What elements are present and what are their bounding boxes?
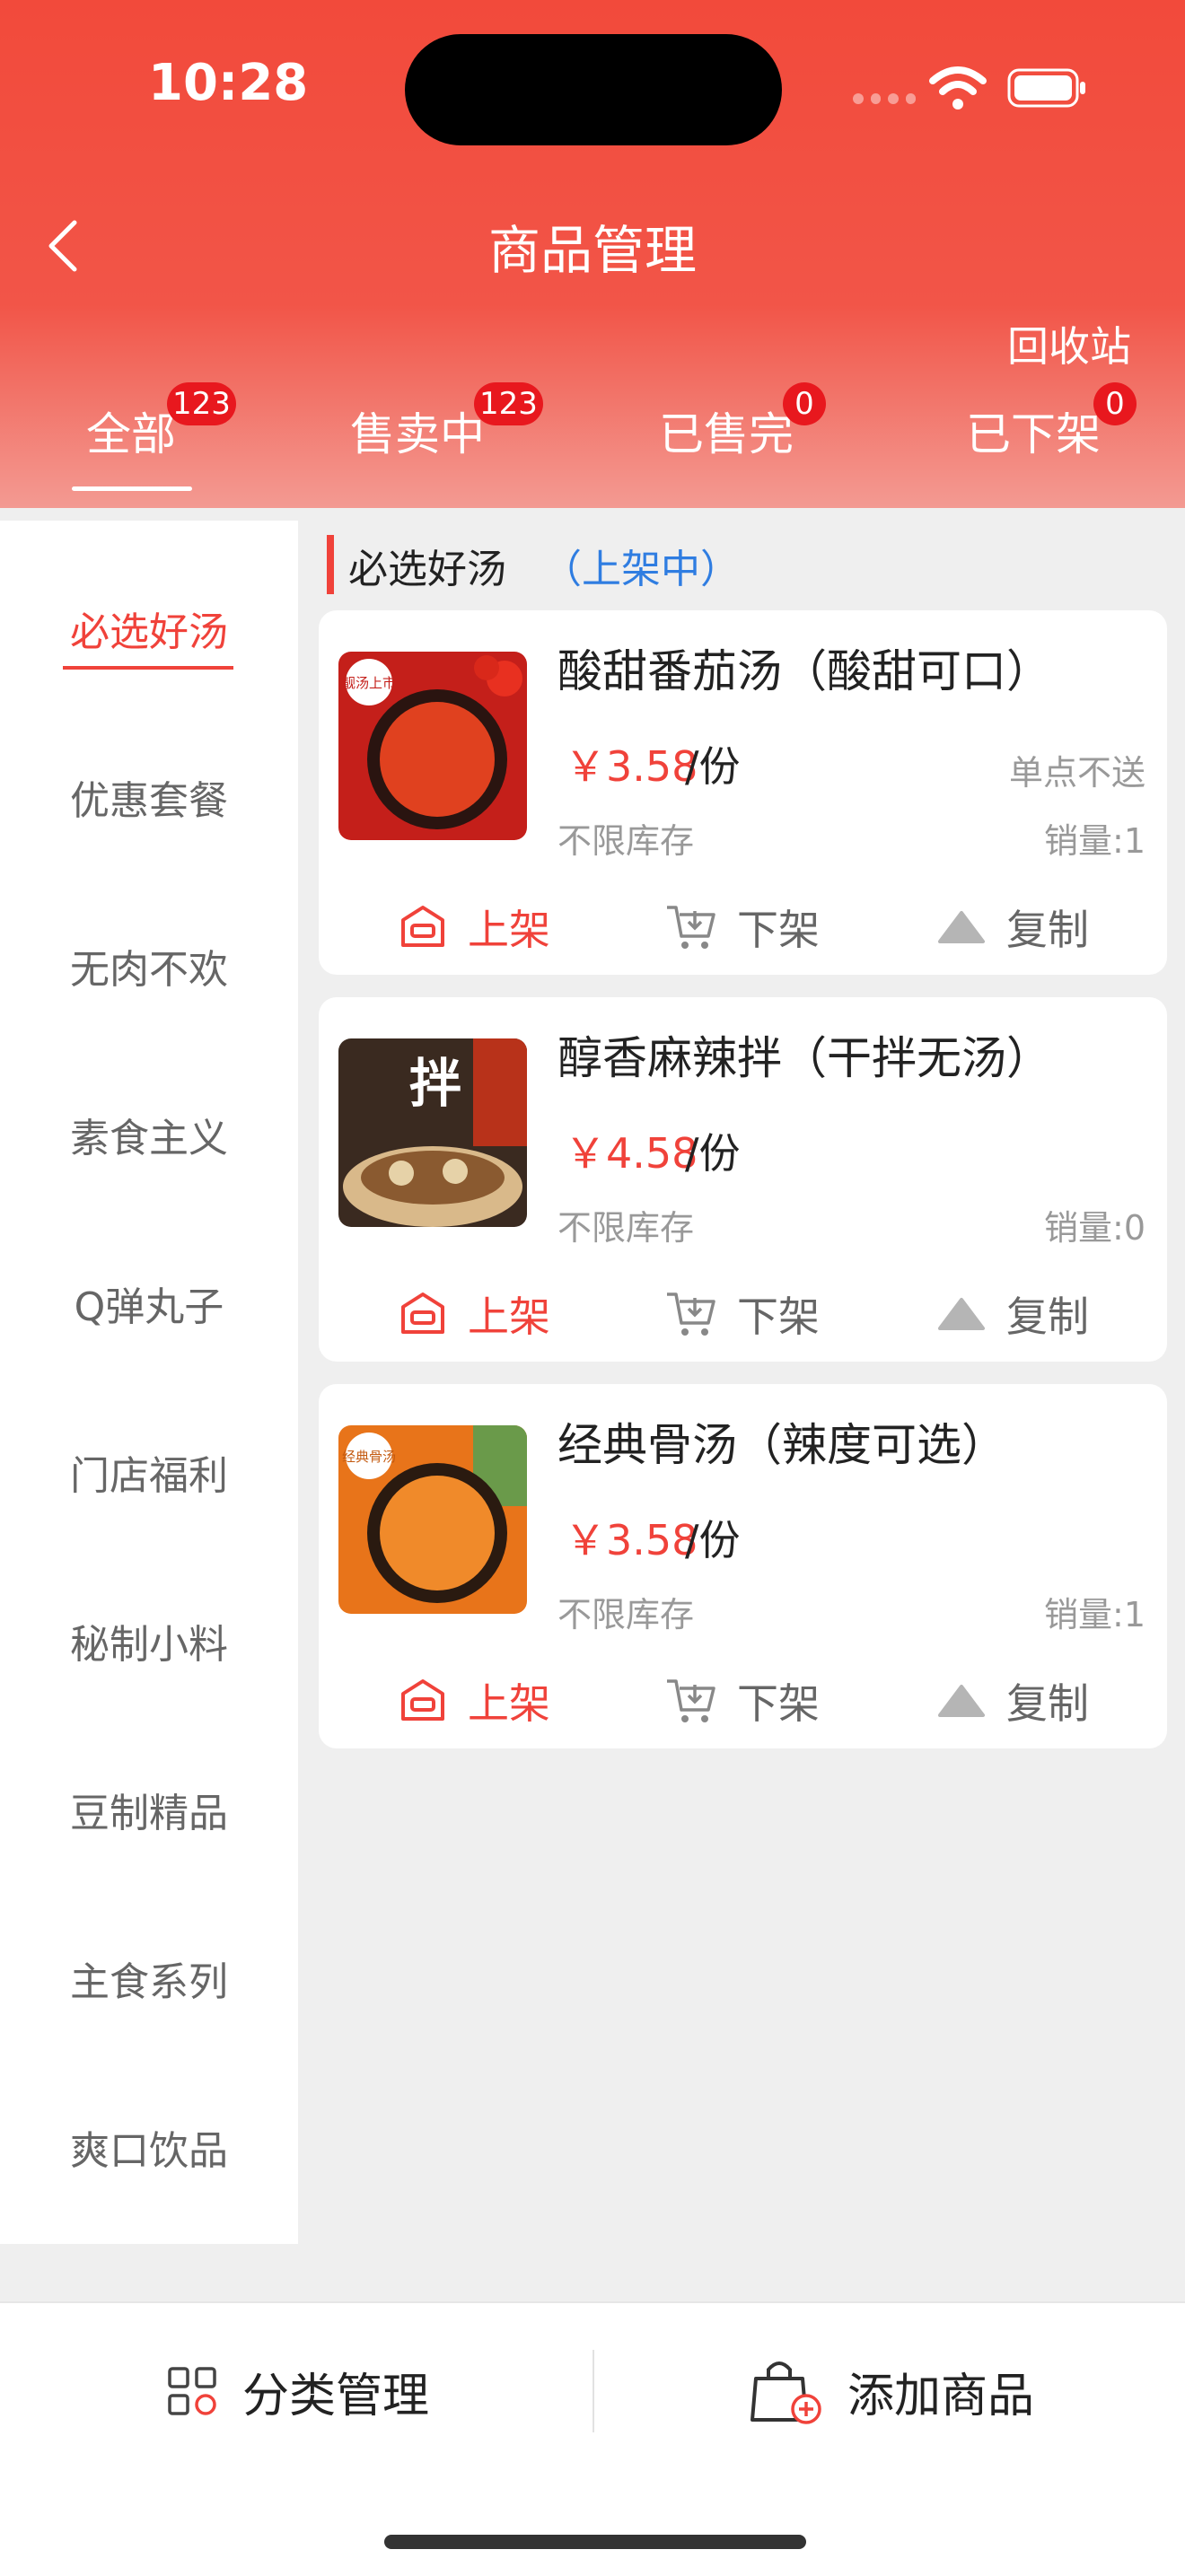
category-item[interactable]: 门店福利 xyxy=(0,1443,298,1501)
copy-label: 复制 xyxy=(1006,906,1089,954)
cart-down-icon xyxy=(667,906,715,949)
triangle-icon xyxy=(938,1298,985,1330)
tab-selling[interactable]: 售卖中 xyxy=(350,399,485,463)
tab-underline xyxy=(72,486,192,491)
copy-button[interactable]: 复制 xyxy=(936,1671,1089,1730)
category-active-underline xyxy=(63,666,233,670)
category-item[interactable]: 爽口饮品 xyxy=(0,2118,298,2176)
product-note: 单点不送 xyxy=(1008,753,1146,793)
triangle-icon xyxy=(938,911,985,943)
product-price: ￥3.58 xyxy=(565,742,698,791)
wifi-icon xyxy=(929,66,987,110)
page-title: 商品管理 xyxy=(487,220,697,281)
product-name: 酸甜番茄汤（酸甜可口） xyxy=(557,645,1051,697)
category-item[interactable]: 主食系列 xyxy=(0,1950,298,2007)
category-sidebar: 必选好汤 优惠套餐 无肉不欢 素食主义 Q弹丸子 门店福利 秘制小料 豆制精品 … xyxy=(0,521,298,2244)
tab-badge: 0 xyxy=(783,382,826,425)
product-price: ￥3.58 xyxy=(565,1516,698,1564)
shelf-on-label: 上架 xyxy=(468,906,550,954)
copy-label: 复制 xyxy=(1006,1679,1089,1728)
copy-label: 复制 xyxy=(1006,1292,1089,1341)
product-stock: 不限库存 xyxy=(557,1595,695,1634)
product-card[interactable]: 拌 醇香麻辣拌（干拌无汤） ￥4.58 /份 不限库存 销量:0 上架 下架 复… xyxy=(319,997,1167,1362)
dynamic-island xyxy=(405,34,782,145)
shelf-on-label: 上架 xyxy=(468,1292,550,1341)
cart-down-icon xyxy=(667,1679,715,1722)
product-sales: 销量:0 xyxy=(1044,1208,1146,1248)
add-product-button[interactable]: 添加商品 xyxy=(750,2337,1034,2445)
product-stock: 不限库存 xyxy=(557,1208,695,1248)
recycle-bin-button[interactable]: 回收站 xyxy=(1007,314,1131,373)
product-name: 醇香麻辣拌（干拌无汤） xyxy=(557,1032,1051,1084)
tab-badge: 123 xyxy=(167,382,236,425)
tab-badge: 0 xyxy=(1093,382,1137,425)
add-product-label: 添加商品 xyxy=(847,2369,1035,2423)
shelf-off-label: 下架 xyxy=(737,1679,820,1728)
section-status: （上架中） xyxy=(542,547,740,592)
section-marker xyxy=(327,535,334,594)
category-item[interactable]: 优惠套餐 xyxy=(0,768,298,826)
copy-button[interactable]: 复制 xyxy=(936,1284,1089,1344)
bag-add-icon xyxy=(750,2361,821,2424)
triangle-icon xyxy=(938,1685,985,1717)
category-management-button[interactable]: 分类管理 xyxy=(167,2337,429,2445)
battery-icon xyxy=(1007,68,1085,108)
copy-button[interactable]: 复制 xyxy=(936,898,1089,957)
product-card[interactable]: 靓汤上市 酸甜番茄汤（酸甜可口） ￥3.58 /份 单点不送 不限库存 销量:1… xyxy=(319,610,1167,975)
tab-badge: 123 xyxy=(474,382,543,425)
product-sales: 销量:1 xyxy=(1044,1595,1146,1634)
shelf-on-button[interactable]: 上架 xyxy=(398,898,550,957)
tab-label: 已下架 xyxy=(966,408,1101,460)
category-item[interactable]: 素食主义 xyxy=(0,1106,298,1163)
shelf-on-icon xyxy=(401,1292,444,1334)
category-item[interactable]: 必选好汤 xyxy=(0,600,298,657)
product-sales: 销量:1 xyxy=(1044,821,1146,861)
shelf-off-label: 下架 xyxy=(737,906,820,954)
category-item[interactable]: 秘制小料 xyxy=(0,1612,298,1669)
image-label: 靓汤上市 xyxy=(342,675,396,691)
product-card[interactable]: 经典骨汤 经典骨汤（辣度可选） ￥3.58 /份 不限库存 销量:1 上架 下架… xyxy=(319,1384,1167,1748)
tab-label: 售卖中 xyxy=(350,408,485,460)
status-time: 10:28 xyxy=(148,54,309,112)
shelf-off-button[interactable]: 下架 xyxy=(665,898,820,957)
product-name: 经典骨汤（辣度可选） xyxy=(557,1419,1006,1471)
shelf-on-button[interactable]: 上架 xyxy=(398,1284,550,1344)
shelf-on-button[interactable]: 上架 xyxy=(398,1671,550,1730)
shelf-off-button[interactable]: 下架 xyxy=(665,1671,820,1730)
back-button[interactable] xyxy=(36,212,90,280)
shelf-off-label: 下架 xyxy=(737,1292,820,1341)
tab-all[interactable]: 全部 xyxy=(86,399,176,463)
product-image: 经典骨汤 xyxy=(338,1425,527,1614)
image-label: 拌 xyxy=(409,1053,461,1114)
shelf-on-icon xyxy=(401,906,444,947)
product-unit: /份 xyxy=(685,1516,741,1564)
category-item[interactable]: 无肉不欢 xyxy=(0,937,298,994)
back-icon xyxy=(48,220,77,272)
section-title: 必选好汤 xyxy=(348,547,506,592)
image-label: 经典骨汤 xyxy=(342,1449,396,1465)
product-image: 拌 xyxy=(338,1038,527,1227)
product-image: 靓汤上市 xyxy=(338,652,527,840)
product-unit: /份 xyxy=(685,1129,741,1178)
tab-label: 已售完 xyxy=(659,408,794,460)
product-price: ￥4.58 xyxy=(565,1129,698,1178)
category-item[interactable]: 豆制精品 xyxy=(0,1781,298,1838)
cart-down-icon xyxy=(667,1292,715,1336)
shelf-off-button[interactable]: 下架 xyxy=(665,1284,820,1344)
bottom-divider xyxy=(592,2350,594,2432)
shelf-on-icon xyxy=(401,1679,444,1721)
tab-sold-out[interactable]: 已售完 xyxy=(659,399,794,463)
header: 10:28 商品管理 回收站 全部 123 售卖中 123 已售完 0 已下架 … xyxy=(0,0,1185,508)
signal-icon xyxy=(853,93,916,106)
home-indicator[interactable] xyxy=(384,2535,806,2549)
category-item[interactable]: Q弹丸子 xyxy=(0,1275,298,1332)
shelf-on-label: 上架 xyxy=(468,1679,550,1728)
tab-off-shelf[interactable]: 已下架 xyxy=(966,399,1101,463)
product-unit: /份 xyxy=(685,742,741,791)
category-management-label: 分类管理 xyxy=(242,2369,430,2423)
product-stock: 不限库存 xyxy=(557,821,695,861)
grid-icon xyxy=(168,2367,216,2415)
tab-label: 全部 xyxy=(86,408,176,460)
